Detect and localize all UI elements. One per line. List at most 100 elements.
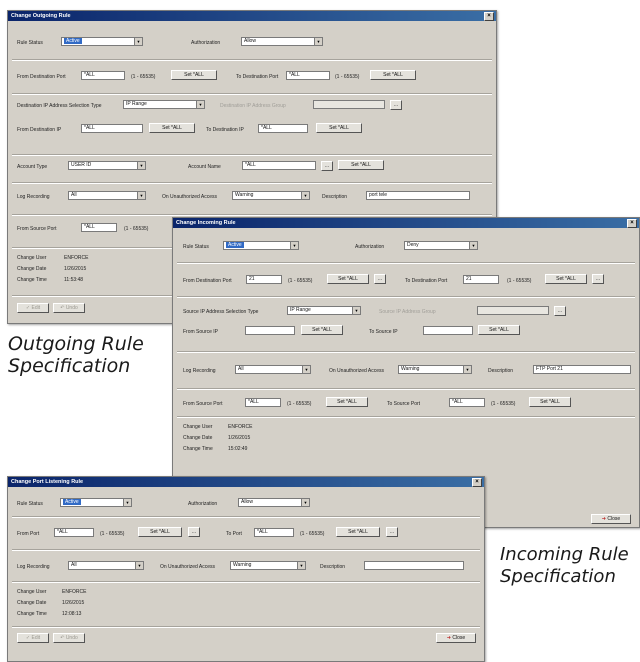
undo-button[interactable]: ↶ Undo [53,633,85,643]
from-destination-ip-input[interactable]: *ALL [81,124,143,133]
change-date-value: 1/26/2015 [62,600,85,606]
description-input[interactable] [364,561,464,570]
browse-button[interactable]: ... [374,274,386,284]
to-port-input[interactable]: *ALL [254,528,294,537]
source-ip-selection-label: Source IP Address Selection Type [183,309,259,315]
destination-ip-selection-select[interactable]: IP Range ▼ [123,100,205,109]
change-time-label: Change Time [17,611,47,617]
outgoing-close-x-button[interactable]: × [484,12,494,21]
description-label: Description [488,368,514,374]
authorization-select[interactable]: Allow ▼ [238,498,310,507]
account-name-input[interactable]: *ALL [242,161,316,170]
outgoing-title-bar: Change Outgoing Rule [8,11,496,21]
chevron-down-icon: ▼ [352,307,360,314]
port-range-hint: (1 - 65535) [300,531,325,537]
set-all-button[interactable]: Set *ALL [336,527,380,537]
from-source-port-input[interactable]: *ALL [245,398,281,407]
outgoing-caption-line2: Specification [8,355,131,377]
divider [12,182,492,184]
description-input[interactable]: port tele [366,191,470,200]
to-destination-port-input[interactable]: 21 [463,275,499,284]
browse-button[interactable]: ... [188,527,200,537]
rule-status-select[interactable]: Active ▼ [61,37,143,46]
unauthorized-access-label: On Unauthorized Access [162,194,218,200]
rule-status-select[interactable]: Active ▼ [223,241,299,250]
log-recording-select[interactable]: All ▼ [68,561,144,570]
to-destination-ip-input[interactable]: *ALL [258,124,308,133]
divider [12,154,492,156]
set-all-button[interactable]: Set *ALL [370,70,416,80]
description-input[interactable]: FTP Port 21 [533,365,631,374]
from-destination-ip-label: From Destination IP [17,127,62,133]
listening-close-x-button[interactable]: × [472,478,482,487]
change-date-value: 1/26/2015 [64,266,87,272]
destination-ip-group-input [313,100,385,109]
from-destination-port-input[interactable]: 21 [246,275,282,284]
to-source-port-input[interactable]: *ALL [449,398,485,407]
incoming-close-x-button[interactable]: × [627,219,637,228]
divider [12,214,492,216]
set-all-button[interactable]: Set *ALL [327,274,369,284]
close-button[interactable]: ➜ Close [436,633,476,643]
divider [177,351,635,353]
browse-button[interactable]: ... [386,527,398,537]
set-all-button[interactable]: Set *ALL [529,397,571,407]
authorization-select[interactable]: Deny ▼ [404,241,478,250]
to-source-ip-input[interactable] [423,326,473,335]
unauthorized-access-label: On Unauthorized Access [329,368,385,374]
rule-status-select[interactable]: Active ▼ [60,498,132,507]
browse-button[interactable]: ... [321,161,333,171]
authorization-select[interactable]: Allow ▼ [241,37,323,46]
set-all-button[interactable]: Set *ALL [326,397,368,407]
description-label: Description [322,194,348,200]
change-date-label: Change Date [183,435,213,441]
undo-button[interactable]: ↶ Undo [53,303,85,313]
from-source-port-label: From Source Port [183,401,223,407]
port-range-hint: (1 - 65535) [131,74,156,80]
from-source-ip-input[interactable] [245,326,295,335]
divider [12,626,480,628]
set-all-button[interactable]: Set *ALL [171,70,217,80]
set-all-button[interactable]: Set *ALL [301,325,343,335]
edit-button[interactable]: ✓ Edit [17,303,49,313]
undo-icon: ↶ [60,635,65,641]
account-type-select[interactable]: USER ID ▼ [68,161,146,170]
set-all-button[interactable]: Set *ALL [338,160,384,170]
unauthorized-access-select[interactable]: Warning ▼ [398,365,472,374]
from-destination-port-input[interactable]: *ALL [81,71,125,80]
divider [177,388,635,390]
unauthorized-access-select[interactable]: Warning ▼ [230,561,306,570]
edit-button[interactable]: ✓ Edit [17,633,49,643]
set-all-button[interactable]: Set *ALL [138,527,182,537]
chevron-down-icon: ▼ [301,499,309,506]
unauthorized-access-label: On Unauthorized Access [160,564,216,570]
log-recording-label: Log Recording [183,368,216,374]
outgoing-caption: Outgoing Rule Specification [8,333,144,377]
log-recording-select[interactable]: All ▼ [68,191,146,200]
description-label: Description [320,564,346,570]
source-ip-group-label: Source IP Address Group [379,309,436,315]
from-port-input[interactable]: *ALL [54,528,94,537]
set-all-button[interactable]: Set *ALL [316,123,362,133]
browse-button[interactable]: ... [592,274,604,284]
browse-button[interactable]: ... [554,306,566,316]
close-button[interactable]: ➜ Close [591,514,631,524]
log-recording-select[interactable]: All ▼ [235,365,311,374]
browse-button[interactable]: ... [390,100,402,110]
chevron-down-icon: ▼ [302,366,310,373]
set-all-button[interactable]: Set *ALL [149,123,195,133]
to-destination-port-input[interactable]: *ALL [286,71,330,80]
from-port-label: From Port [17,531,40,537]
set-all-button[interactable]: Set *ALL [545,274,587,284]
source-ip-selection-select[interactable]: IP Range ▼ [287,306,361,315]
unauthorized-access-select[interactable]: Warning ▼ [232,191,310,200]
set-all-button[interactable]: Set *ALL [478,325,520,335]
destination-ip-group-label: Destination IP Address Group [220,103,286,109]
port-range-hint: (1 - 65535) [491,401,516,407]
chevron-down-icon: ▼ [301,192,309,199]
to-destination-ip-label: To Destination IP [206,127,244,133]
chevron-down-icon: ▼ [469,242,477,249]
to-destination-port-label: To Destination Port [236,74,279,80]
divider [177,296,635,298]
from-source-port-input[interactable]: *ALL [81,223,117,232]
